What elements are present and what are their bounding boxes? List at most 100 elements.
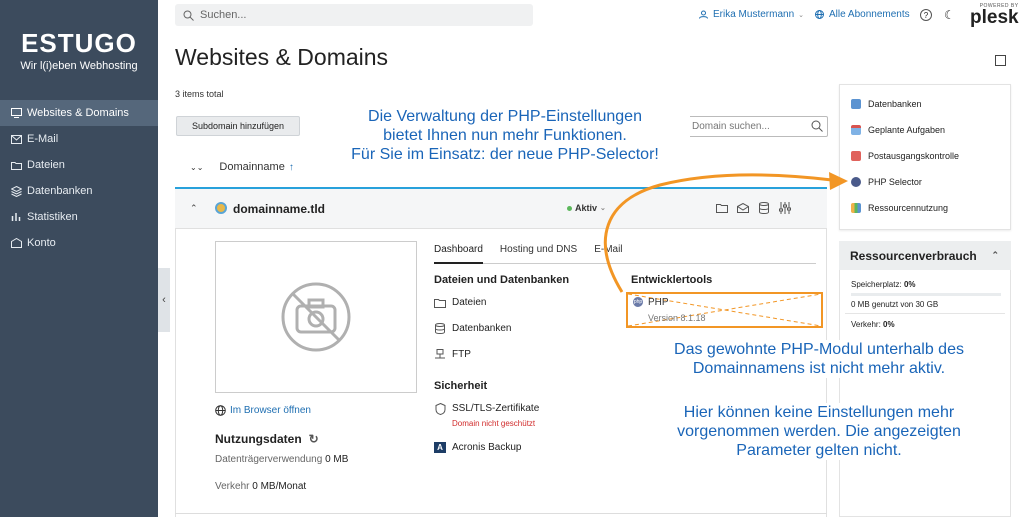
page-title: Websites & Domains: [175, 44, 389, 70]
chevron-up-icon: ⌃: [991, 250, 999, 260]
traffic-resource: Verkehr: 0%: [851, 320, 895, 329]
user-icon: [699, 10, 708, 19]
row-actions: [715, 201, 791, 214]
chevron-left-icon: ‹: [162, 294, 166, 306]
traffic-resource-value: 0%: [883, 320, 895, 329]
annotation-line: Für Sie im Einsatz: der neue PHP-Selecto…: [351, 146, 659, 163]
storage-label: Speicherplatz:: [851, 280, 902, 289]
sidebar-item-label: Websites & Domains: [27, 107, 129, 119]
mail-icon[interactable]: [736, 201, 749, 214]
domain-tabs: Dashboard Hosting und DNS E-Mail: [434, 244, 816, 264]
sidebar-item-email[interactable]: E-Mail: [0, 126, 158, 152]
globe-icon: [215, 405, 226, 416]
account-icon: [10, 237, 22, 249]
php-icon: php: [633, 297, 643, 307]
quick-link-label: PHP Selector: [868, 177, 922, 187]
status-badge[interactable]: Aktiv ⌄: [567, 203, 606, 213]
annotation-line: Das gewohnte PHP-Modul unterhalb des: [674, 341, 964, 358]
annotation-line: bietet Ihnen nun mehr Funktionen.: [383, 127, 627, 144]
domain-name[interactable]: domainname.tld: [233, 202, 325, 216]
add-subdomain-button[interactable]: Subdomain hinzufügen: [176, 116, 300, 136]
resources-title: Ressourcenverbrauch: [850, 248, 977, 263]
database-icon[interactable]: [757, 201, 770, 214]
tab-email[interactable]: E-Mail: [594, 244, 622, 264]
traffic-usage-value: 0 MB/Monat: [252, 481, 307, 492]
domain-row[interactable]: ⌃ domainname.tld Aktiv ⌄: [175, 189, 827, 229]
sidebar-nav: Websites & Domains E-Mail Dateien Datenb…: [0, 100, 158, 256]
status-label: Aktiv: [575, 203, 598, 213]
panel-border: [175, 513, 827, 514]
bar-chart-icon: [851, 203, 861, 213]
quick-link-php-selector[interactable]: PHP Selector: [851, 177, 922, 187]
quick-link-datenbanken[interactable]: Datenbanken: [851, 99, 922, 109]
files-link-label: Dateien: [452, 297, 487, 308]
storage-value: 0%: [903, 280, 916, 289]
layout-toggle-icon[interactable]: [995, 55, 1006, 66]
brand-name: ESTUGO: [21, 28, 137, 58]
quick-link-geplante-aufgaben[interactable]: Geplante Aufgaben: [851, 125, 945, 135]
help-icon[interactable]: ?: [920, 9, 932, 21]
column-header-domainname[interactable]: ⌄⌄ Domainname ↑: [190, 161, 294, 173]
databases-link-label: Datenbanken: [452, 323, 512, 334]
certificate-icon: [434, 402, 446, 415]
tab-hosting-dns[interactable]: Hosting und DNS: [500, 244, 577, 264]
user-menu[interactable]: Erika Mustermann ⌄: [699, 9, 804, 20]
database-icon: [851, 99, 861, 109]
domain-search-placeholder: Domain suchen...: [692, 121, 770, 132]
collapse-caret-icon[interactable]: ⌃: [190, 203, 198, 214]
sidebar-item-datenbanken[interactable]: Datenbanken: [0, 178, 158, 204]
files-link[interactable]: Dateien: [434, 297, 486, 308]
sidebar-item-websites-domains[interactable]: Websites & Domains: [0, 100, 158, 126]
folder-icon[interactable]: [715, 201, 728, 214]
sidebar-item-label: E-Mail: [27, 133, 59, 145]
database-icon: [434, 323, 446, 334]
annotation-line: Die Verwaltung der PHP-Einstellungen: [368, 108, 642, 125]
subscriptions-label: Alle Abonnements: [829, 9, 910, 20]
expand-all-icon[interactable]: ⌄⌄: [190, 163, 203, 172]
folder-icon: [434, 297, 446, 308]
chart-icon: [10, 211, 22, 223]
search-placeholder: Suchen...: [200, 9, 247, 21]
subscriptions-menu[interactable]: Alle Abonnements: [815, 9, 910, 20]
chevron-down-icon: ⌄: [798, 11, 805, 19]
quick-link-label: Postausgangskontrolle: [868, 151, 960, 161]
search-input[interactable]: Suchen...: [175, 4, 533, 26]
traffic-usage-label: Verkehr: [215, 481, 250, 492]
acronis-link[interactable]: A Acronis Backup: [434, 442, 521, 453]
storage-progress-bar: [851, 293, 1001, 296]
refresh-icon[interactable]: ↻: [309, 432, 319, 446]
quick-link-ressourcennutzung[interactable]: Ressourcennutzung: [851, 203, 948, 213]
annotation-line: Domainnamens ist nicht mehr aktiv.: [692, 360, 946, 377]
open-in-browser-link[interactable]: Im Browser öffnen: [215, 405, 311, 416]
site-preview[interactable]: [215, 241, 417, 393]
usage-title: Nutzungsdaten ↻: [215, 432, 319, 446]
status-dot: [567, 205, 572, 211]
sidebar-item-konto[interactable]: Konto: [0, 230, 158, 256]
sidebar-collapse-button[interactable]: ‹: [158, 268, 170, 332]
panel-border: [175, 229, 176, 517]
monitor-icon: [10, 107, 22, 119]
annotation-line: vorgenommen werden. Die angezeigten: [677, 423, 961, 440]
no-preview-camera-icon: [281, 282, 351, 352]
resources-panel-header[interactable]: Ressourcenverbrauch ⌃: [839, 241, 1011, 270]
brand-logo[interactable]: ESTUGO Wir l(i)eben Webhosting: [0, 0, 158, 72]
sidebar-item-label: Konto: [27, 237, 56, 249]
sidebar-item-statistiken[interactable]: Statistiken: [0, 204, 158, 230]
moon-icon[interactable]: ☾: [944, 8, 955, 22]
ssl-link[interactable]: SSL/TLS-Zertifikate: [434, 402, 539, 415]
domain-search-input[interactable]: Domain suchen...: [685, 116, 828, 137]
divider: [845, 313, 1005, 314]
tab-dashboard[interactable]: Dashboard: [434, 244, 483, 264]
php-link[interactable]: PHP: [648, 297, 669, 308]
usage-title-text: Nutzungsdaten: [215, 432, 302, 446]
traffic-resource-label: Verkehr:: [851, 320, 881, 329]
settings-sliders-icon[interactable]: [778, 201, 791, 214]
quick-link-postausgangskontrolle[interactable]: Postausgangskontrolle: [851, 151, 959, 161]
ftp-link[interactable]: FTP: [434, 349, 471, 360]
envelope-icon: [851, 151, 861, 161]
database-icon: [10, 185, 22, 197]
mail-icon: [10, 133, 22, 145]
sidebar-item-label: Datenbanken: [27, 185, 93, 197]
sidebar-item-dateien[interactable]: Dateien: [0, 152, 158, 178]
databases-link[interactable]: Datenbanken: [434, 323, 512, 334]
